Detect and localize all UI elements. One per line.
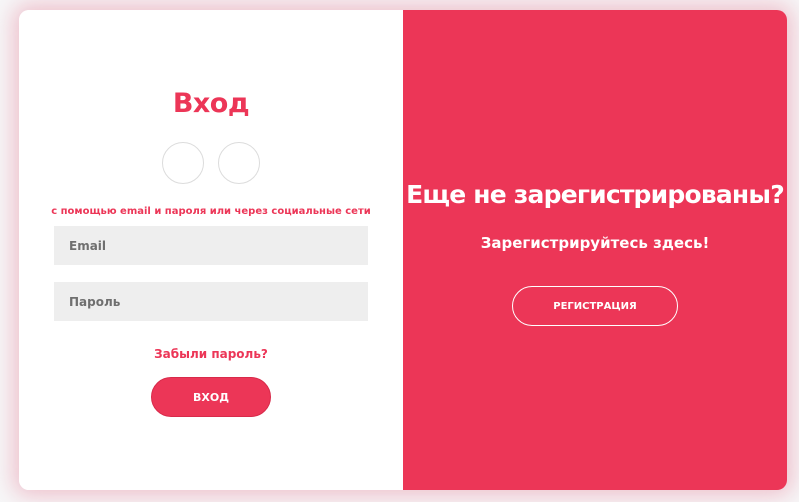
auth-card: Вход с помощью email и пароля или через …	[19, 10, 787, 490]
social-login-button-2[interactable]	[218, 142, 260, 184]
login-panel: Вход с помощью email и пароля или через …	[19, 10, 403, 490]
promo-subtitle: Зарегистрируйтесь здесь!	[480, 234, 710, 252]
password-field[interactable]	[54, 282, 368, 321]
social-hint-text: с помощью email и пароля или через социа…	[51, 206, 371, 217]
email-field[interactable]	[54, 226, 368, 265]
register-button[interactable]: РЕГИСТРАЦИЯ	[512, 286, 678, 326]
social-login-button-1[interactable]	[162, 142, 204, 184]
login-button[interactable]: ВХОД	[151, 377, 271, 417]
register-promo-panel: Еще не зарегистрированы? Зарегистрируйте…	[403, 10, 787, 490]
page: Вход с помощью email и пароля или через …	[0, 0, 799, 502]
forgot-password-link[interactable]: Забыли пароль?	[19, 347, 403, 361]
login-title: Вход	[172, 88, 250, 119]
promo-title: Еще не зарегистрированы?	[406, 180, 785, 209]
social-buttons	[19, 142, 403, 184]
